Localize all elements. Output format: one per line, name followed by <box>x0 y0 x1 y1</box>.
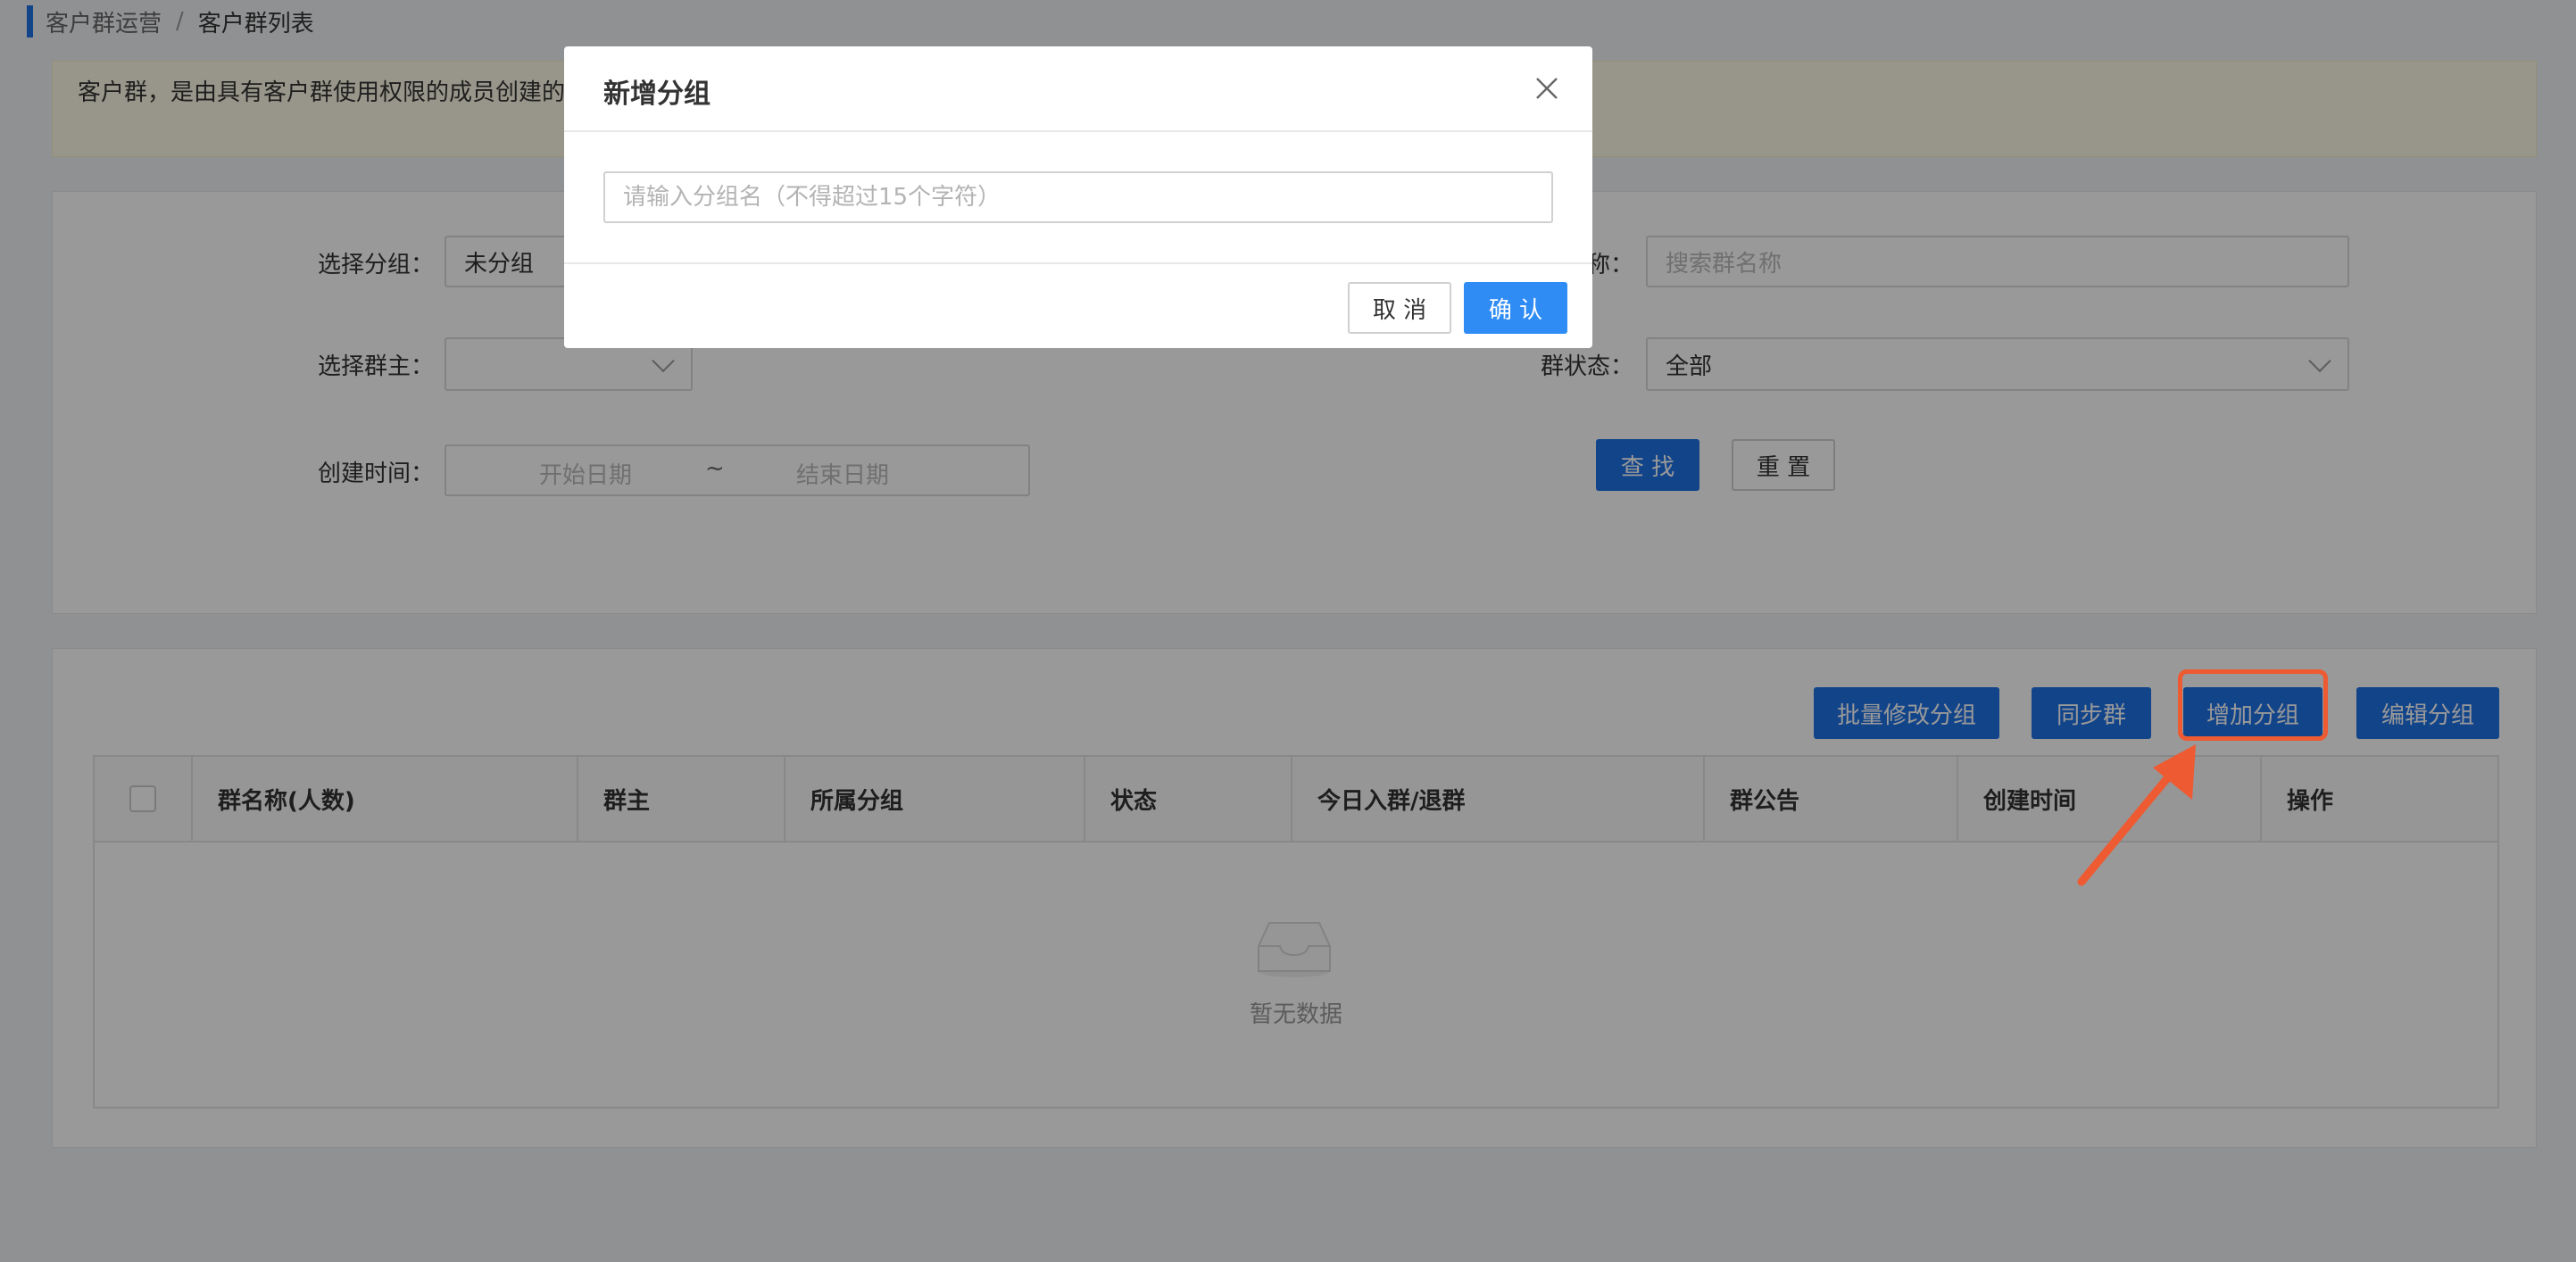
confirm-button[interactable]: 确 认 <box>1464 282 1567 334</box>
close-icon[interactable] <box>1532 73 1562 104</box>
add-group-highlight <box>2178 669 2328 741</box>
modal-title: 新增分组 <box>603 79 710 110</box>
modal-header: 新增分组 <box>564 46 1592 132</box>
add-group-modal: 新增分组 取 消 确 认 <box>564 46 1592 348</box>
annotation-arrow-icon <box>2077 744 2196 886</box>
cancel-button[interactable]: 取 消 <box>1348 282 1451 334</box>
modal-footer: 取 消 确 认 <box>564 262 1592 348</box>
group-name-input[interactable] <box>603 171 1553 223</box>
